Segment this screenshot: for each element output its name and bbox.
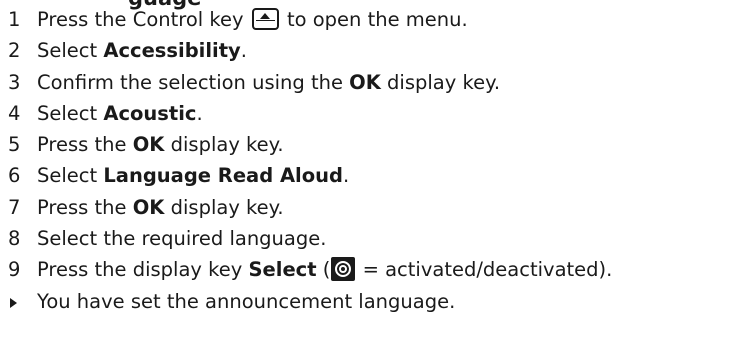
step-text-post: to open the menu. [286, 8, 468, 31]
step-text: Select Language Read Aloud. [37, 160, 349, 191]
step-text-pre: Select [37, 101, 104, 125]
step-text-pre: Press the [37, 133, 133, 157]
step-emphasis: Acoustic [103, 101, 197, 125]
step-text: Confirm the selection using the OK displ… [37, 67, 500, 98]
instruction-steps: 1 Press the Control key to open the menu… [8, 4, 728, 317]
step-9: 9 Press the display key Select ( = activ… [8, 254, 728, 285]
step-emphasis: OK [132, 195, 165, 219]
step-text: Select the required language. [37, 223, 326, 254]
step-text: Select Accessibility. [37, 35, 247, 66]
step-text-post: . [196, 101, 203, 125]
step-text: Press the display key Select ( = activat… [37, 254, 612, 285]
step-8: 8 Select the required language. [8, 223, 728, 254]
step-text-pre: Select [37, 164, 104, 188]
step-text-post: . [342, 164, 350, 188]
step-text: Press the OK display key. [37, 129, 284, 160]
step-2: 2 Select Accessibility. [8, 35, 728, 66]
control-key-icon [251, 8, 279, 30]
step-text-pre: Confirm the selection using the [37, 70, 350, 94]
step-text-post: . [240, 39, 247, 63]
step-number: 7 [8, 195, 21, 219]
step-text-post: display key. [164, 195, 284, 219]
result-line: You have set the announcement language. [8, 286, 728, 317]
step-text-pre: Select [37, 39, 104, 63]
step-number: 5 [8, 133, 21, 157]
step-number: 8 [8, 227, 21, 251]
step-1: 1 Press the Control key to open the menu… [8, 4, 728, 35]
step-emphasis: Select [248, 258, 317, 282]
step-text-pre: Press the display key [37, 258, 249, 282]
step-text-post: display key. [380, 70, 501, 94]
step-text-post: = activated/deactivated). [356, 258, 613, 282]
step-text-pre: Press the Control key [37, 8, 244, 31]
result-arrow-icon [10, 297, 17, 308]
step-emphasis: Language Read Aloud [103, 164, 343, 188]
step-4: 4 Select Acoustic. [8, 98, 728, 129]
step-number: 3 [8, 70, 21, 94]
step-5: 5 Press the OK display key. [8, 129, 728, 160]
step-3: 3 Confirm the selection using the OK dis… [8, 67, 728, 98]
step-7: 7 Press the OK display key. [8, 192, 728, 223]
step-text-pre: Press the [37, 195, 133, 219]
step-text-pre: Select the required language. [37, 227, 327, 251]
step-text: Select Acoustic. [37, 98, 203, 129]
step-text-post: display key. [164, 133, 284, 157]
step-number: 9 [8, 258, 21, 282]
step-text: Press the Control key to open the menu. [37, 4, 468, 35]
result-text: You have set the announcement language. [37, 289, 456, 313]
step-emphasis: OK [132, 133, 165, 157]
step-number: 1 [8, 8, 21, 31]
step-emphasis: OK [349, 70, 381, 94]
step-6: 6 Select Language Read Aloud. [8, 160, 728, 191]
step-emphasis: Accessibility [103, 39, 241, 63]
step-number: 2 [8, 39, 21, 63]
step-number: 4 [8, 101, 21, 125]
step-text: Press the OK display key. [37, 192, 284, 223]
radio-selected-icon [331, 257, 356, 282]
step-text-mid: ( [316, 258, 331, 282]
step-number: 6 [8, 164, 21, 188]
